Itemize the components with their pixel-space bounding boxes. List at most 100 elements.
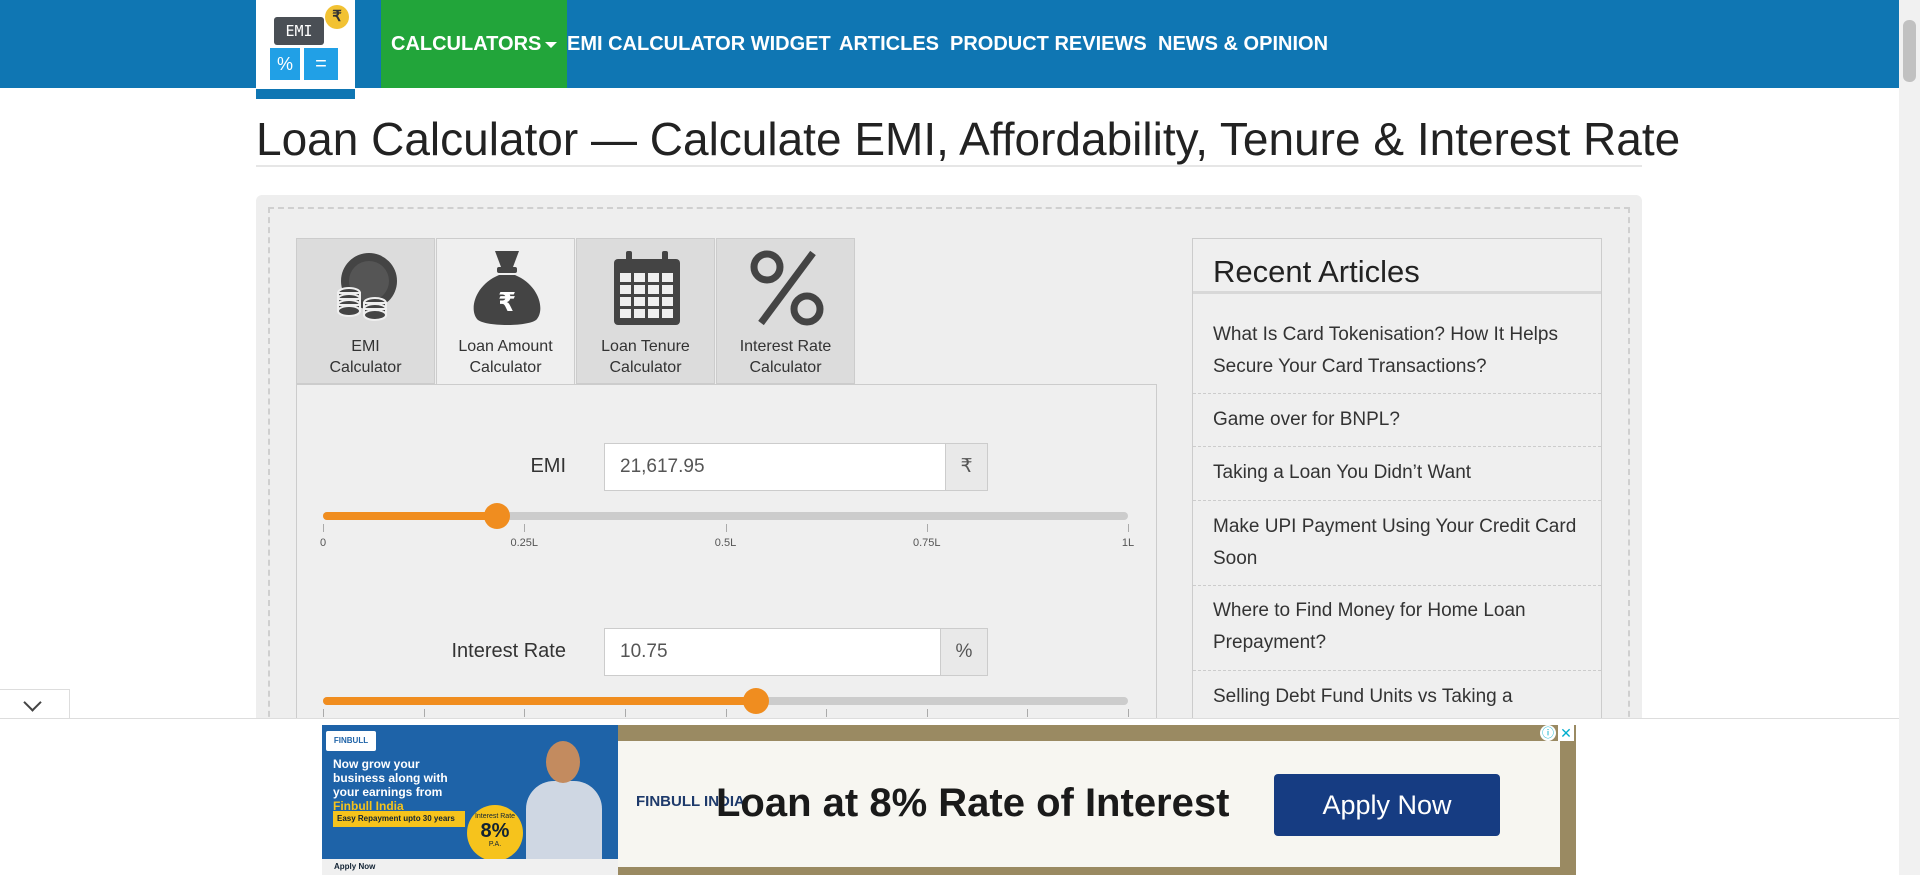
nav-news-opinion-link[interactable]: NEWS & OPINION (1158, 0, 1328, 88)
interest-rate-slider-tick (423, 709, 425, 717)
tab-interest-rate-label-line2: Calculator (749, 359, 822, 376)
tab-loan-tenure-label: Loan Tenure Calculator (577, 336, 714, 378)
chevron-down-icon (23, 693, 42, 712)
interest-rate-slider-tick (524, 709, 526, 717)
emi-slider-tick-label: 0 (319, 537, 327, 549)
title-divider (256, 165, 1642, 167)
tab-loan-amount-calculator[interactable]: ₹ Loan Amount Calculator (436, 238, 575, 386)
emi-slider-tick-label: 1L (1121, 537, 1135, 549)
tab-emi-label-line2: Calculator (329, 359, 402, 376)
ad-promo-text-main: Now grow your business along with your e… (333, 757, 448, 799)
ad-rate-badge-value: 8% (480, 820, 510, 842)
tab-loan-amount-label: Loan Amount Calculator (437, 336, 574, 378)
tab-interest-rate-label-line1: Interest Rate (739, 338, 832, 355)
tab-loan-tenure-label-line2: Calculator (609, 359, 682, 376)
emi-slider-tick-label: 0.5L (714, 537, 737, 549)
interest-rate-field-label: Interest Rate (451, 640, 566, 662)
tab-emi-label: EMI Calculator (297, 336, 434, 378)
ad-person-head (546, 741, 580, 783)
site-logo[interactable]: EMI ₹ % = (256, 0, 355, 99)
tab-interest-rate-calculator[interactable]: Interest Rate Calculator (716, 238, 855, 384)
ad-promo-text: Now grow your business along with your e… (333, 757, 473, 813)
interest-rate-slider-tick (624, 709, 626, 717)
ad-headline: Loan at 8% Rate of Interest (716, 781, 1230, 825)
article-link-5[interactable]: Where to Find Money for Home Loan Prepay… (1213, 595, 1583, 659)
interest-rate-slider-tick (826, 709, 828, 717)
emi-slider-tick (725, 524, 727, 532)
article-link-3[interactable]: Taking a Loan You Didn’t Want (1213, 457, 1583, 489)
nav-calculators-dropdown[interactable]: CALCULATORS (381, 0, 568, 88)
emi-input[interactable]: 21,617.95 (604, 443, 946, 491)
percent-icon (750, 250, 824, 326)
caret-down-icon (545, 41, 558, 48)
tab-loan-amount-label-line1: Loan Amount (458, 338, 553, 355)
ad-apply-now-button[interactable]: Apply Now (1274, 774, 1500, 836)
ad-promo-panel: FINBULL INDIA Now grow your business alo… (322, 725, 618, 875)
recent-articles-divider (1193, 291, 1601, 294)
interest-rate-slider-fill (323, 697, 756, 705)
tab-loan-tenure-label-line1: Loan Tenure (601, 338, 690, 355)
emi-slider-tick-label: 0.75L (912, 537, 941, 549)
calendar-icon (614, 251, 680, 325)
tab-emi-calculator[interactable]: EMI Calculator (296, 238, 435, 384)
article-separator (1193, 446, 1601, 447)
ad-person-image (522, 735, 602, 875)
emi-slider-tick (1128, 524, 1129, 532)
article-separator (1193, 393, 1601, 394)
ad-small-apply-link[interactable]: Apply Now (322, 859, 618, 875)
tab-interest-rate-label: Interest Rate Calculator (717, 336, 854, 378)
svg-text:₹: ₹ (498, 288, 516, 318)
emi-field-label: EMI (530, 455, 566, 477)
interest-rate-slider-tick (1027, 709, 1029, 717)
ad-easy-repayment: Easy Repayment upto 30 years (333, 811, 465, 827)
logo-rupee-coin-icon: ₹ (325, 5, 349, 29)
interest-rate-slider-handle[interactable] (742, 688, 769, 714)
article-link-6[interactable]: Selling Debt Fund Units vs Taking a (1213, 681, 1583, 713)
ad-brand-badge: FINBULL INDIA (326, 731, 376, 765)
loan-advertisement[interactable]: FINBULL INDIA Now grow your business alo… (322, 725, 1576, 875)
ad-close-icon[interactable]: ✕ (1558, 725, 1574, 741)
percent-addon-icon: % (940, 628, 988, 676)
tab-loan-tenure-calculator[interactable]: Loan Tenure Calculator (576, 238, 715, 384)
recent-articles-widget: Recent Articles What Is Card Tokenisatio… (1192, 238, 1602, 758)
logo-underline (256, 89, 355, 99)
tab-emi-label-line1: EMI (351, 338, 380, 355)
tab-loan-amount-label-line2: Calculator (469, 359, 542, 376)
logo-equals-key: = (304, 48, 338, 80)
article-separator (1193, 585, 1601, 586)
article-link-2[interactable]: Game over for BNPL? (1213, 404, 1583, 436)
interest-rate-slider-tick (1128, 709, 1129, 717)
page-title: Loan Calculator — Calculate EMI, Afforda… (256, 113, 1681, 165)
recent-articles-title: Recent Articles (1213, 254, 1420, 289)
coins-icon (337, 253, 397, 321)
interest-rate-slider-tick (323, 709, 324, 717)
ad-main-banner: FINBULL INDIA Loan at 8% Rate of Interes… (618, 741, 1560, 867)
article-link-4[interactable]: Make UPI Payment Using Your Credit Card … (1213, 511, 1583, 575)
nav-product-reviews-link[interactable]: PRODUCT REVIEWS (950, 0, 1147, 88)
scrollbar-thumb[interactable] (1903, 20, 1916, 82)
article-separator (1193, 500, 1601, 501)
emi-slider-tick-label: 0.25L (510, 537, 539, 549)
interest-rate-slider-tick (926, 709, 928, 717)
nav-articles-link[interactable]: ARTICLES (839, 0, 939, 88)
nav-emi-widget-link[interactable]: EMI CALCULATOR WIDGET (567, 0, 831, 88)
ad-rate-badge-bottom: P.A. (488, 841, 502, 848)
money-bag-icon: ₹ (473, 251, 541, 325)
emi-slider-fill (323, 512, 497, 520)
logo-emi-screen: EMI (274, 17, 324, 45)
nav-calculators-label: CALCULATORS (391, 33, 542, 55)
page-scrollbar[interactable] (1899, 0, 1920, 875)
ad-collapse-toggle[interactable] (0, 689, 70, 719)
emi-slider-tick (926, 524, 928, 532)
article-link-1[interactable]: What Is Card Tokenisation? How It Helps … (1213, 319, 1583, 383)
ad-info-icon[interactable]: ⓘ (1540, 725, 1556, 741)
interest-rate-input[interactable]: 10.75 (604, 628, 941, 676)
emi-slider-handle[interactable] (483, 503, 510, 529)
emi-slider-tick (323, 524, 324, 532)
ad-rate-badge: Interest Rate 8% P.A. (467, 805, 523, 861)
article-separator (1193, 670, 1601, 671)
rupee-addon-icon: ₹ (945, 443, 988, 491)
logo-percent-key: % (270, 48, 300, 80)
emi-slider-tick (524, 524, 526, 532)
interest-rate-slider-tick (725, 709, 727, 717)
